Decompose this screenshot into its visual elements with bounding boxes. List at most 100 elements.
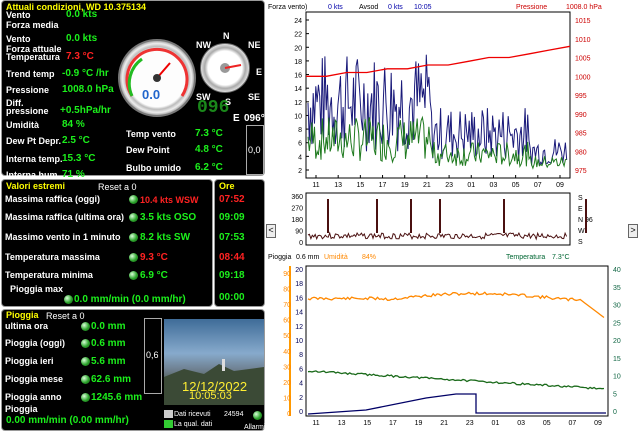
cond-value: 1008.0 hPa [62,84,114,95]
y-tick-label: 6 [298,141,302,148]
extreme-label: Massima raffica (ultima ora) [5,212,125,222]
x-tick-label: 19 [415,420,423,427]
cond-right-value: 7.3 °C [195,128,223,139]
rain-value: 5.6 mm [91,356,126,367]
y-tick-label: 6 [299,366,303,373]
cond-value: 7.3 °C [66,51,94,62]
alarm-led[interactable] [253,411,262,420]
rain-led [81,322,90,331]
extreme-value: 6.9 °C [140,270,168,281]
cond-value: 2.5 °C [62,135,90,146]
y-right-tick-label: 0 [613,409,617,416]
rain-led [81,339,90,348]
extreme-led [129,233,138,242]
y-right-tick-label: 1000 [575,74,591,81]
webcam-time: 10:05:03 [189,390,232,402]
x-tick-label: 11 [312,182,319,189]
y-tick-label: 14 [295,310,303,317]
x-tick-label: 17 [389,420,397,427]
y-right-tick-label: 25 [613,320,621,327]
y-right-tick-label: 15 [613,356,621,363]
y-right-tick-label: 40 [613,267,621,274]
rain-hum-temp-chart: 90 80 70 60 50 40 30 20 10 0 20 18 16 14 12 10 8 6 4 2 0 40 35… [266,250,638,431]
extreme-label: Temperatura minima [5,270,93,280]
nav-left-button[interactable]: < [266,224,276,238]
cond-right-label: Bulbo umido [126,163,181,173]
hum-tick-label: 60 [283,318,291,325]
legend-text: 0 kts [328,4,343,11]
extreme-led [129,213,138,222]
y-tick-label: 16 [294,73,302,80]
y-tick-label: 0 [299,409,303,416]
nav-right-button[interactable]: > [628,224,638,238]
x-tick-label: 09 [594,420,602,427]
cond-value: 15.3 °C [62,153,96,164]
y-right-tick-label: 985 [575,131,587,138]
y-tick-label: 18 [295,281,303,288]
rain-led [81,393,90,402]
rain-label: Pioggia anno [5,392,62,402]
y-tick-label: 24 [294,18,302,25]
cond-label: Interna temp. [6,154,63,164]
compass-ne: NE [248,40,261,50]
extreme-value: 8.2 kts SW [140,232,191,243]
y-tick-label: 16 [295,295,303,302]
cond-right-value: 6.2 °C [195,162,223,173]
extreme-value: 10.4 kts WSW [140,195,199,205]
extreme-value: 9.3 °C [140,252,168,263]
rain-reset[interactable]: Reset a 0 [46,312,85,321]
x-tick-label: 05 [512,182,520,189]
y-tick-label: 270 [291,206,303,213]
dir-letter: S [578,239,583,246]
extreme-label: Massima raffica (oggi) [5,194,101,204]
extreme-label: Pioggia max [10,284,64,294]
gauge-value: 0.0 [142,87,161,102]
ore-panel: Ore 07:52 09:09 07:53 08:44 09:18 00:00 [214,179,265,307]
y-tick-label: 2 [298,168,302,175]
extremes-reset[interactable]: Reset a 0 [98,183,137,192]
x-tick-label: 03 [517,420,525,427]
hum-tick-label: 50 [283,333,291,340]
cond-label: Umidità [6,120,40,130]
extreme-led [64,295,73,304]
x-tick-label: 17 [379,182,387,189]
compass-degree: 096° [244,113,265,124]
legend-text: 0 kts [388,4,403,11]
rain-knob[interactable]: 0,6 [144,318,162,394]
y-right-tick-label: 995 [575,93,587,100]
rain-value: 62.6 mm [91,374,132,385]
compass-knob[interactable]: 0,0 [246,125,264,175]
dir-letter: W [578,228,585,235]
cond-value: +0.5hPa/hr [60,105,111,116]
y-right-tick-label: 20 [613,338,621,345]
cond-right-label: Temp vento [126,129,176,139]
compass-nw: NW [196,40,211,50]
legend-text: 84% [362,254,376,261]
hum-tick-label: 90 [283,271,291,278]
compass-se: SE [248,92,261,102]
y-right-tick-label: 975 [575,168,587,175]
y-tick-label: 20 [295,267,303,274]
wind-direction-chart: 360 270 180 90 0 S E N W S 96 [266,191,610,249]
legend-text: Umidità [324,254,348,261]
legend-text: 7.3°C [552,253,570,261]
extremes-title: Valori estremi [6,181,66,191]
cond-label: Trend temp [6,69,55,79]
y-tick-label: 360 [291,194,303,201]
y-right-tick-label: 1015 [575,18,591,25]
y-right-tick-label: 990 [575,112,587,119]
legend-text: Forza vento) [268,4,307,11]
wind-pressure-chart: 24 22 20 18 16 14 12 10 8 6 4 2 1015 1010 1005 1000 995 9… [266,0,610,191]
cond-label: Dew Pt Depr. [6,136,62,146]
conditions-panel: Attuali condizioni, WD 10.375134 Vento 0.… [1,0,265,180]
cond-value: -0.9 °C /hr [62,68,109,79]
cond-label: Forza media [6,20,59,30]
extreme-value: 0.0 mm/min (0.0 mm/hr) [74,294,186,305]
data-quality-label: La qual. dati [174,421,213,428]
rain-rate: 0.00 mm/min (0.00 mm/hr) [6,415,129,426]
cond-value: 0.0 kts [66,9,98,20]
cond-label: Vento [6,34,31,44]
x-tick-label: 15 [356,182,364,189]
cond-label: Vento [6,10,31,20]
cond-value: 84 % [62,119,85,130]
